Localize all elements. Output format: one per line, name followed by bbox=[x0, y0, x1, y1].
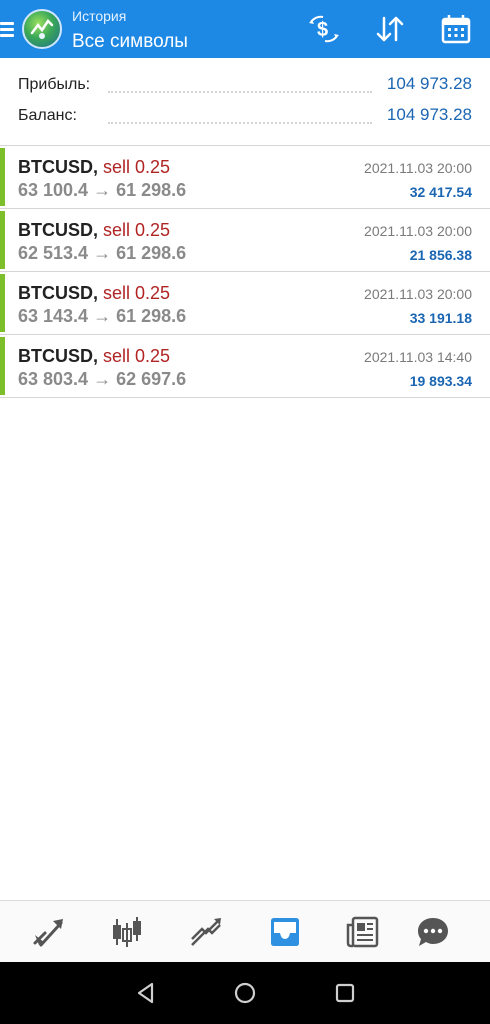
app-bar: История Все символы $ bbox=[0, 0, 490, 58]
deal-profit: 32 417.54 bbox=[409, 184, 472, 200]
profit-value: 104 973.28 bbox=[380, 74, 472, 94]
balance-label: Баланс: bbox=[18, 107, 83, 125]
balance-leader-dots bbox=[108, 122, 372, 124]
symbol-filter[interactable]: Все символы bbox=[72, 31, 188, 53]
svg-text:$: $ bbox=[317, 19, 328, 41]
deal-row[interactable]: BTCUSD, sell 0.25 63 100.4 → 61 298.6 20… bbox=[0, 146, 490, 209]
profit-indicator bbox=[0, 274, 5, 332]
deal-time: 2021.11.03 20:00 bbox=[364, 223, 472, 239]
balance-value: 104 973.28 bbox=[380, 105, 472, 125]
deal-profit: 19 893.34 bbox=[409, 373, 472, 389]
chart-icon[interactable] bbox=[105, 911, 149, 953]
home-icon[interactable] bbox=[230, 978, 260, 1008]
quotes-icon[interactable] bbox=[27, 911, 71, 953]
deal-symbol-line: BTCUSD, sell 0.25 bbox=[18, 346, 170, 367]
sort-icon[interactable] bbox=[372, 12, 408, 46]
deal-symbol: BTCUSD, bbox=[18, 157, 98, 177]
deal-symbol: BTCUSD, bbox=[18, 283, 98, 303]
deal-side: sell 0.25 bbox=[103, 346, 171, 366]
deal-prices: 63 143.4 → 61 298.6 bbox=[18, 306, 187, 326]
deal-symbol-line: BTCUSD, sell 0.25 bbox=[18, 157, 170, 178]
deal-symbol: BTCUSD, bbox=[18, 346, 98, 366]
calendar-icon[interactable] bbox=[438, 12, 474, 46]
deal-side: sell 0.25 bbox=[103, 157, 171, 177]
deal-side: sell 0.25 bbox=[103, 283, 171, 303]
profit-leader-dots bbox=[108, 91, 372, 93]
profit-row: Прибыль: 104 973.28 bbox=[18, 74, 472, 100]
deal-symbol-line: BTCUSD, sell 0.25 bbox=[18, 283, 170, 304]
deal-symbol-line: BTCUSD, sell 0.25 bbox=[18, 220, 170, 241]
profit-indicator bbox=[0, 337, 5, 395]
currency-exchange-icon[interactable]: $ bbox=[306, 12, 342, 46]
deal-time: 2021.11.03 14:40 bbox=[364, 349, 472, 365]
history-icon[interactable] bbox=[263, 911, 307, 953]
menu-icon[interactable] bbox=[0, 22, 14, 38]
deal-prices: 63 803.4 → 62 697.6 bbox=[18, 369, 187, 389]
system-nav-bar bbox=[0, 962, 490, 1024]
balance-row: Баланс: 104 973.28 bbox=[18, 105, 472, 131]
recents-icon[interactable] bbox=[330, 978, 360, 1008]
account-summary: Прибыль: 104 973.28 Баланс: 104 973.28 bbox=[0, 58, 490, 146]
deal-time: 2021.11.03 20:00 bbox=[364, 160, 472, 176]
deal-time: 2021.11.03 20:00 bbox=[364, 286, 472, 302]
deal-row[interactable]: BTCUSD, sell 0.25 63 143.4 → 61 298.6 20… bbox=[0, 272, 490, 335]
app-logo bbox=[22, 9, 62, 49]
deal-side: sell 0.25 bbox=[103, 220, 171, 240]
deal-symbol: BTCUSD, bbox=[18, 220, 98, 240]
back-icon[interactable] bbox=[131, 978, 161, 1008]
news-icon[interactable] bbox=[341, 911, 385, 953]
deal-profit: 33 191.18 bbox=[409, 310, 472, 326]
messages-icon[interactable] bbox=[411, 911, 455, 953]
deal-row[interactable]: BTCUSD, sell 0.25 63 803.4 → 62 697.6 20… bbox=[0, 335, 490, 398]
deal-prices: 63 100.4 → 61 298.6 bbox=[18, 180, 187, 200]
trade-icon[interactable] bbox=[184, 911, 228, 953]
bottom-tab-bar bbox=[0, 900, 490, 962]
profit-label: Прибыль: bbox=[18, 76, 97, 94]
deal-profit: 21 856.38 bbox=[409, 247, 472, 263]
profit-indicator bbox=[0, 211, 5, 269]
profit-indicator bbox=[0, 148, 5, 206]
deal-row[interactable]: BTCUSD, sell 0.25 62 513.4 → 61 298.6 20… bbox=[0, 209, 490, 272]
deal-prices: 62 513.4 → 61 298.6 bbox=[18, 243, 187, 263]
page-title: История bbox=[72, 8, 127, 24]
